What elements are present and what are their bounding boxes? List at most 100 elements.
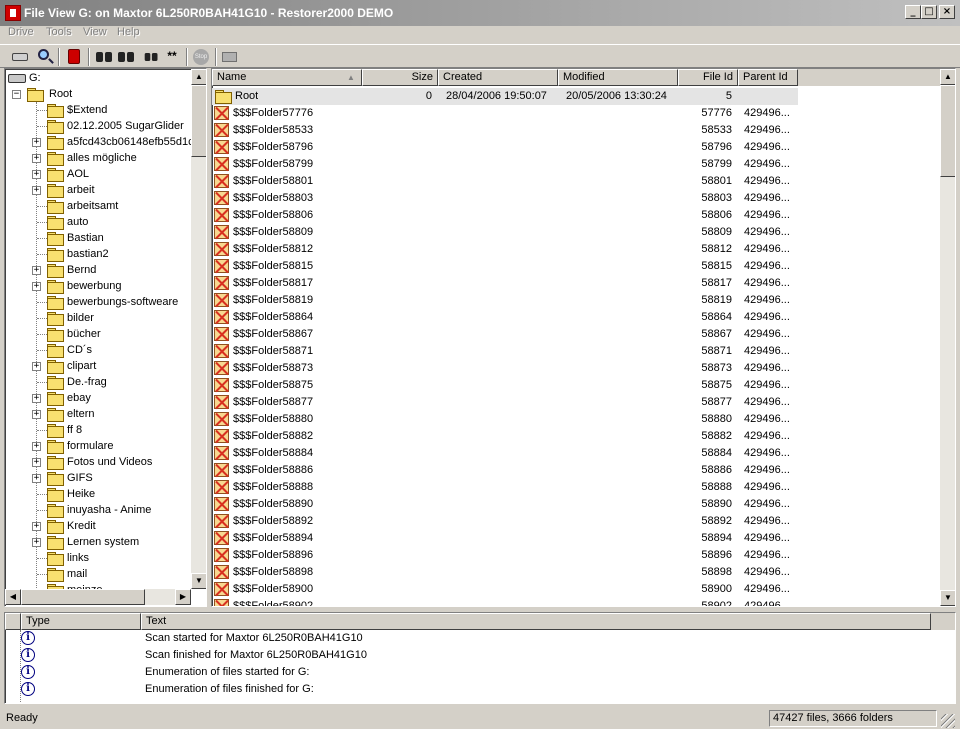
list-row[interactable]: $$$Folder58892 58892 429496...	[212, 513, 940, 530]
tree-item[interactable]: arbeitsamt	[5, 198, 191, 214]
list-row[interactable]: $$$Folder58882 58882 429496...	[212, 428, 940, 445]
expand-icon[interactable]: +	[32, 410, 41, 419]
tree-item[interactable]: inuyasha - Anime	[5, 502, 191, 518]
list-row[interactable]: $$$Folder58888 58888 429496...	[212, 479, 940, 496]
scroll-down-arrow-icon[interactable]: ▼	[940, 590, 955, 606]
close-button[interactable]: ×	[939, 5, 955, 19]
tree-item[interactable]: + clipart	[5, 358, 191, 374]
log-row[interactable]: i Scan finished for Maxtor 6L250R0BAH41G1…	[5, 647, 945, 664]
expand-icon[interactable]: +	[32, 442, 41, 451]
stop-button[interactable]: Stop	[191, 47, 211, 66]
list-row[interactable]: $$$Folder58900 58900 429496...	[212, 581, 940, 598]
column-header-created[interactable]: Created	[438, 69, 558, 86]
tree-item[interactable]: Heike	[5, 486, 191, 502]
tree-item[interactable]: mail	[5, 566, 191, 582]
tree-item[interactable]: + a5fcd43cb06148efb55d1c	[5, 134, 191, 150]
tree-item[interactable]: bastian2	[5, 246, 191, 262]
scroll-thumb[interactable]	[21, 589, 145, 605]
list-row[interactable]: $$$Folder58875 58875 429496...	[212, 377, 940, 394]
log-panel[interactable]: Type Text i Scan started for Maxtor 6L250…	[4, 612, 956, 704]
expand-icon[interactable]: +	[32, 282, 41, 291]
maximize-button[interactable]: □	[921, 5, 937, 19]
list-vertical-scrollbar[interactable]: ▲ ▼	[940, 69, 955, 606]
tree-item[interactable]: + ebay	[5, 390, 191, 406]
app-icon[interactable]	[5, 5, 21, 21]
column-header-modified[interactable]: Modified	[558, 69, 678, 86]
scroll-right-arrow-icon[interactable]: ▶	[175, 589, 191, 605]
tree-item[interactable]: Bastian	[5, 230, 191, 246]
list-row[interactable]: $$$Folder58890 58890 429496...	[212, 496, 940, 513]
list-row[interactable]: $$$Folder58894 58894 429496...	[212, 530, 940, 547]
list-row[interactable]: $$$Folder58884 58884 429496...	[212, 445, 940, 462]
tree-item[interactable]: + alles mögliche	[5, 150, 191, 166]
list-row[interactable]: $$$Folder58886 58886 429496...	[212, 462, 940, 479]
tree-item[interactable]: + arbeit	[5, 182, 191, 198]
log-row[interactable]: i Scan started for Maxtor 6L250R0BAH41G10	[5, 630, 945, 647]
list-row[interactable]: $$$Folder58873 58873 429496...	[212, 360, 940, 377]
list-row[interactable]: $$$Folder58801 58801 429496...	[212, 173, 940, 190]
log-row[interactable]: i Enumeration of files finished for G:	[5, 681, 945, 698]
list-row[interactable]: $$$Folder58799 58799 429496...	[212, 156, 940, 173]
tree-item[interactable]: CD´s	[5, 342, 191, 358]
scroll-left-arrow-icon[interactable]: ◀	[5, 589, 21, 605]
list-row[interactable]: $$$Folder58880 58880 429496...	[212, 411, 940, 428]
scroll-thumb[interactable]	[191, 85, 206, 157]
scroll-up-arrow-icon[interactable]: ▲	[940, 69, 955, 85]
expand-icon[interactable]: +	[32, 458, 41, 467]
tree-item[interactable]: + GIFS	[5, 470, 191, 486]
expand-icon[interactable]: +	[32, 154, 41, 163]
expand-icon[interactable]: +	[32, 362, 41, 371]
tree-item[interactable]: bewerbungs-softweare	[5, 294, 191, 310]
minimize-button[interactable]: _	[905, 5, 921, 19]
find-next-button[interactable]	[116, 47, 136, 66]
menu-view[interactable]: View	[83, 26, 107, 44]
tree-item[interactable]: ff 8	[5, 422, 191, 438]
folder-tree[interactable]: G: − Root $Extend 02.12.2005 SugarGlider +…	[4, 68, 207, 607]
find-file-button[interactable]	[142, 47, 162, 66]
drive-button[interactable]	[10, 47, 30, 66]
tree-item[interactable]: + Bernd	[5, 262, 191, 278]
tree-item[interactable]: + Fotos und Videos	[5, 454, 191, 470]
list-row[interactable]: $$$Folder58902 58902 429496...	[212, 598, 940, 606]
tree-item[interactable]: $Extend	[5, 102, 191, 118]
tree-vertical-scrollbar[interactable]: ▲ ▼	[191, 69, 206, 589]
tree-item-root[interactable]: − Root	[5, 86, 191, 102]
tree-item[interactable]: + formulare	[5, 438, 191, 454]
expand-icon[interactable]: +	[32, 522, 41, 531]
tree-item[interactable]: bücher	[5, 326, 191, 342]
tree-item[interactable]: De.-frag	[5, 374, 191, 390]
list-row[interactable]: $$$Folder58819 58819 429496...	[212, 292, 940, 309]
list-row[interactable]: $$$Folder58896 58896 429496...	[212, 547, 940, 564]
column-header-text[interactable]: Text	[141, 613, 931, 630]
list-row[interactable]: $$$Folder57776 57776 429496...	[212, 105, 940, 122]
column-header-name[interactable]: Name ▲	[212, 69, 362, 86]
tree-item[interactable]: meinze	[5, 582, 191, 589]
expand-icon[interactable]: +	[32, 538, 41, 547]
menu-help[interactable]: Help	[117, 26, 140, 44]
expand-icon[interactable]: +	[32, 138, 41, 147]
list-row[interactable]: $$$Folder58809 58809 429496...	[212, 224, 940, 241]
tree-item[interactable]: + eltern	[5, 406, 191, 422]
tree-item[interactable]: + Kredit	[5, 518, 191, 534]
log-row[interactable]: i Enumeration of files started for G:	[5, 664, 945, 681]
list-row[interactable]: $$$Folder58877 58877 429496...	[212, 394, 940, 411]
tree-item[interactable]: bilder	[5, 310, 191, 326]
tree-item[interactable]: + Lernen system	[5, 534, 191, 550]
column-header-file-id[interactable]: File Id	[678, 69, 738, 86]
list-row-root[interactable]: Root 0 28/04/2006 19:50:07 20/05/2006 13…	[212, 88, 798, 105]
list-row[interactable]: $$$Folder58815 58815 429496...	[212, 258, 940, 275]
column-header-size[interactable]: Size	[362, 69, 438, 86]
scroll-thumb[interactable]	[940, 85, 955, 177]
expand-icon[interactable]: +	[32, 186, 41, 195]
scan-button[interactable]	[34, 47, 54, 66]
list-row[interactable]: $$$Folder58533 58533 429496...	[212, 122, 940, 139]
recover-button[interactable]	[64, 47, 84, 66]
tree-item[interactable]: auto	[5, 214, 191, 230]
list-row[interactable]: $$$Folder58806 58806 429496...	[212, 207, 940, 224]
find-button[interactable]	[94, 47, 114, 66]
expand-icon[interactable]: +	[32, 394, 41, 403]
list-row[interactable]: $$$Folder58867 58867 429496...	[212, 326, 940, 343]
file-list[interactable]: Name ▲ Size Created Modified File Id Pare…	[211, 68, 956, 607]
expand-icon[interactable]: +	[32, 170, 41, 179]
list-row[interactable]: $$$Folder58812 58812 429496...	[212, 241, 940, 258]
